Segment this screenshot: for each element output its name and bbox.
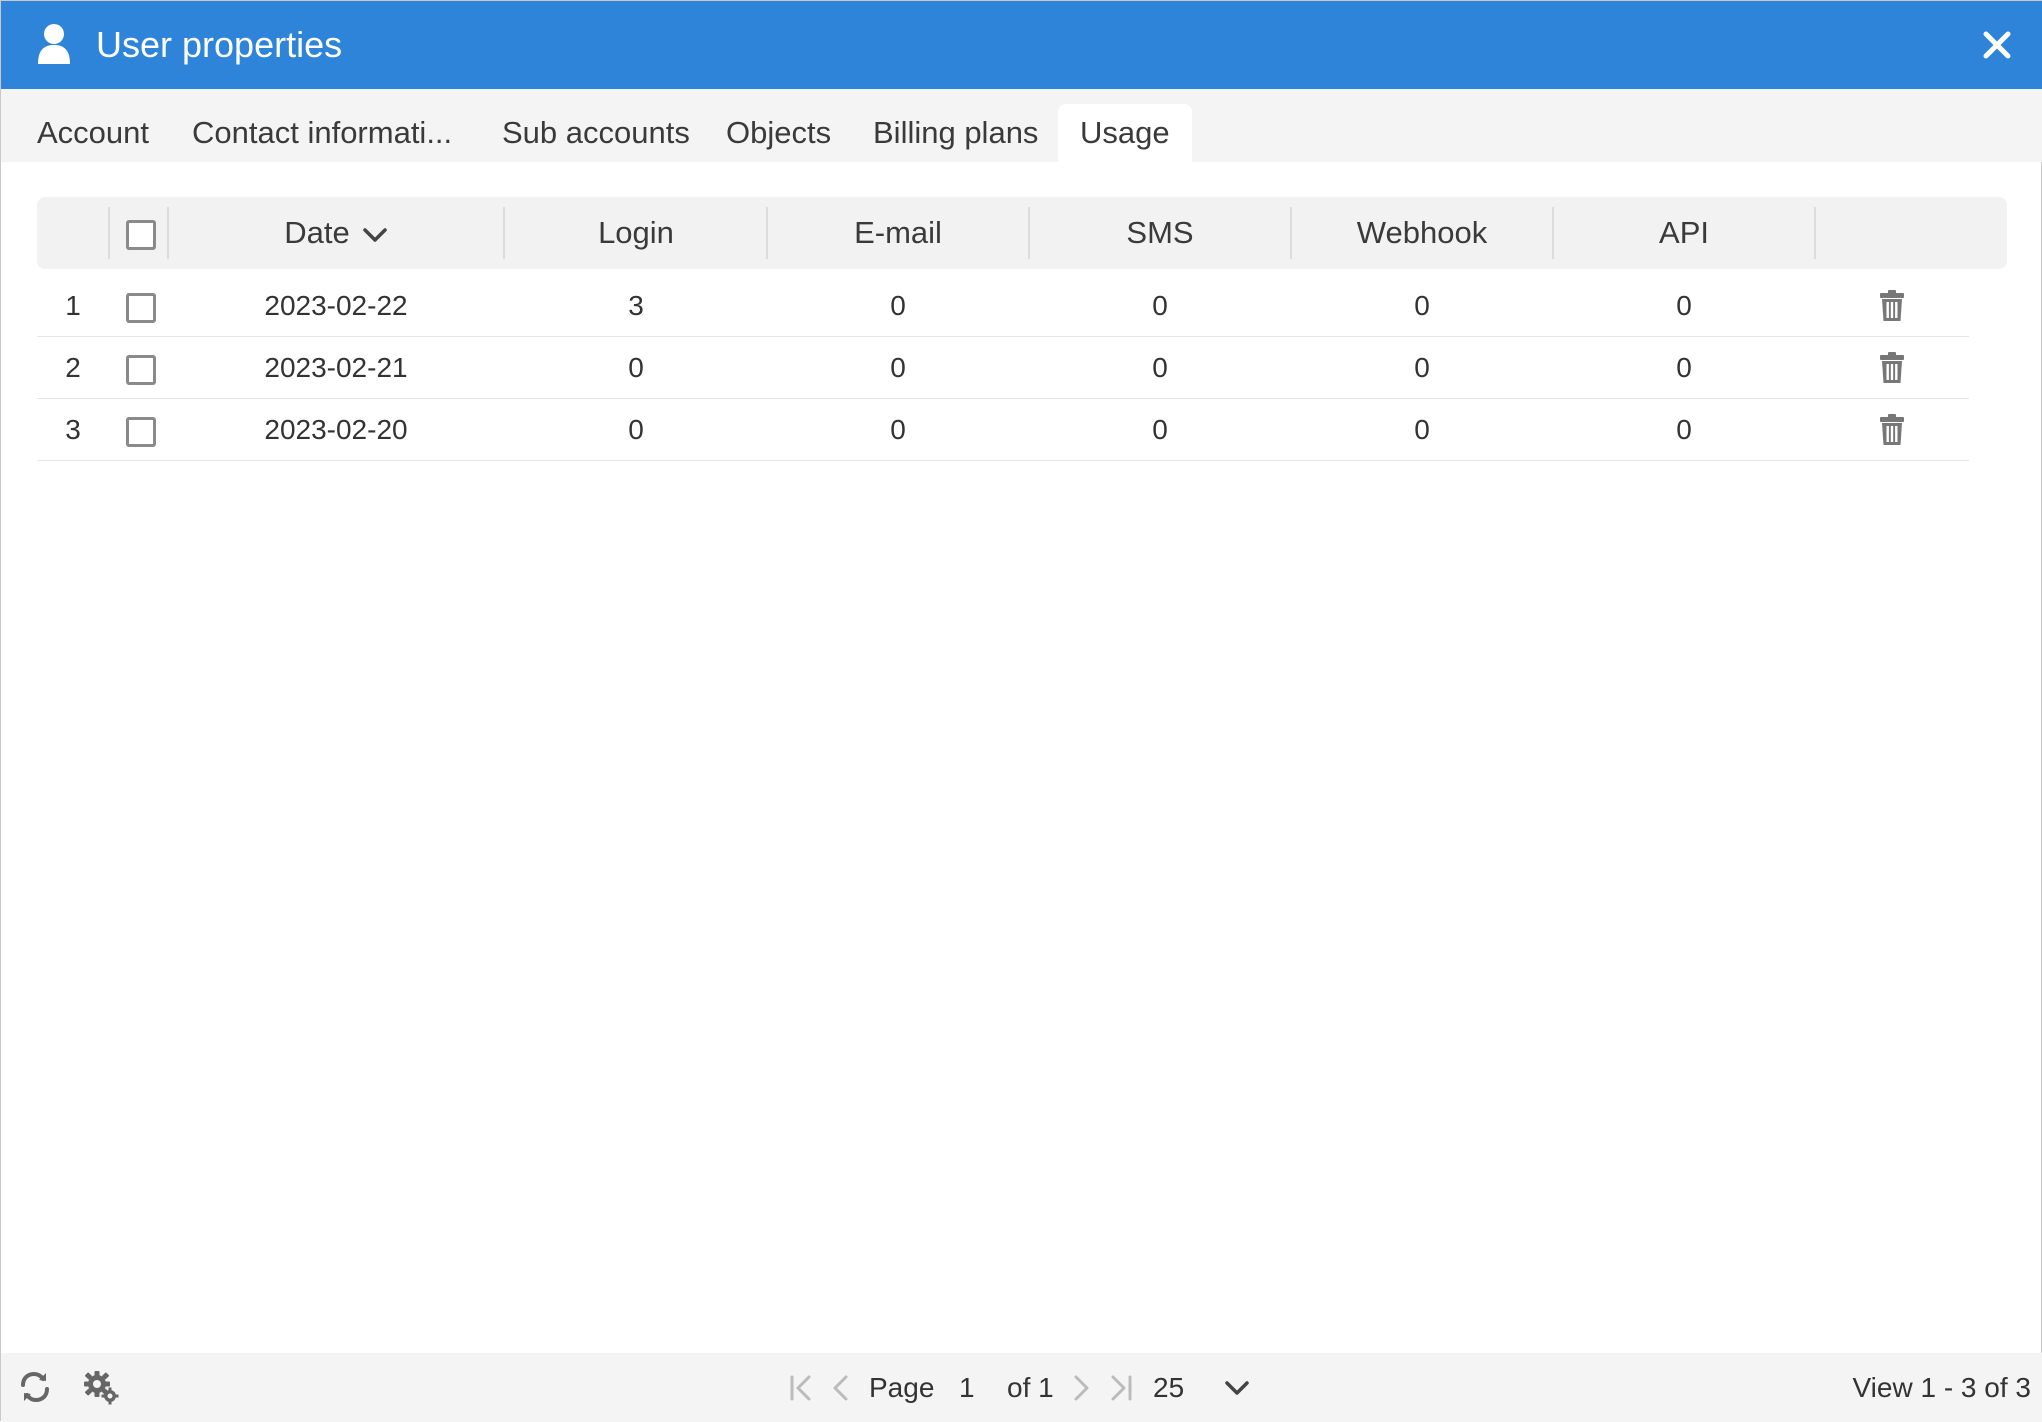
column-header-sms[interactable]: SMS [1029,197,1291,269]
tab-contact-information[interactable]: Contact informati... [170,104,474,162]
tab-billing-plans[interactable]: Billing plans [851,104,1060,162]
column-header-email[interactable]: E-mail [767,197,1029,269]
page-label: Page [869,1372,935,1403]
dialog-title: User properties [96,24,343,65]
row-select-cell [109,337,173,399]
cell-email: 0 [890,352,906,383]
column-separator [1814,207,1816,259]
column-header-api[interactable]: API [1553,197,1815,269]
close-icon[interactable] [1979,27,2015,63]
row-number: 1 [65,290,81,321]
refresh-icon[interactable] [17,1369,53,1405]
trash-icon[interactable] [1879,290,1905,322]
row-number: 2 [65,352,81,383]
row-select-cell [109,399,173,461]
tab-sub-accounts[interactable]: Sub accounts [480,104,712,162]
cell-date: 2023-02-20 [264,414,408,445]
prev-page-icon[interactable] [827,1373,855,1403]
cell-date: 2023-02-21 [264,352,408,383]
cell-webhook: 0 [1414,290,1430,321]
page-total-label: of 1 [1007,1372,1054,1403]
row-number: 3 [65,414,81,445]
cell-webhook: 0 [1414,414,1430,445]
tab-bar: Account Contact informati... Sub account… [1,89,2042,162]
column-header-date[interactable]: Date [169,197,503,269]
last-page-icon[interactable] [1107,1373,1135,1403]
row-checkbox[interactable] [126,416,156,447]
tab-objects[interactable]: Objects [704,104,853,162]
grid-footer: Page 1 of 1 25 View 1 - 3 of 3 [1,1353,2042,1422]
user-icon [38,24,70,64]
user-properties-dialog: User properties Account Contact informat… [0,0,2042,1422]
cell-login: 0 [628,352,644,383]
table-row[interactable]: 1 2023-02-22 3 0 0 0 0 [37,275,1969,337]
table-row[interactable]: 3 2023-02-20 0 0 0 0 0 [37,399,1969,461]
chevron-down-icon[interactable] [1223,1373,1251,1403]
row-checkbox[interactable] [126,354,156,385]
page-number-input[interactable]: 1 [959,1353,975,1422]
view-records-text: View 1 - 3 of 3 [1852,1372,2031,1403]
table-row[interactable]: 2 2023-02-21 0 0 0 0 0 [37,337,1969,399]
cell-sms: 0 [1152,414,1168,445]
tab-usage[interactable]: Usage [1058,104,1192,162]
rows-per-page-select[interactable]: 25 [1153,1353,1184,1422]
cell-email: 0 [890,414,906,445]
cell-date: 2023-02-22 [264,290,408,321]
next-page-icon[interactable] [1067,1373,1095,1403]
row-select-cell [109,275,173,337]
row-checkbox[interactable] [126,292,156,323]
select-all-cell [109,197,173,269]
title-bar: User properties [1,1,2042,89]
cell-login: 0 [628,414,644,445]
cell-sms: 0 [1152,352,1168,383]
cell-sms: 0 [1152,290,1168,321]
cell-api: 0 [1676,290,1692,321]
tab-account[interactable]: Account [15,104,171,162]
column-header-login[interactable]: Login [505,197,767,269]
cell-login: 3 [628,290,644,321]
cell-webhook: 0 [1414,352,1430,383]
column-header-date-label: Date [284,215,350,250]
select-all-checkbox[interactable] [126,219,156,250]
chevron-down-icon [362,228,387,242]
first-page-icon[interactable] [787,1373,815,1403]
column-header-webhook[interactable]: Webhook [1291,197,1553,269]
settings-gear-icon[interactable] [83,1369,119,1405]
cell-api: 0 [1676,352,1692,383]
cell-email: 0 [890,290,906,321]
cell-api: 0 [1676,414,1692,445]
grid-header: Date Login E-mail SMS Webhook API [37,197,2007,269]
trash-icon[interactable] [1879,352,1905,384]
trash-icon[interactable] [1879,414,1905,446]
